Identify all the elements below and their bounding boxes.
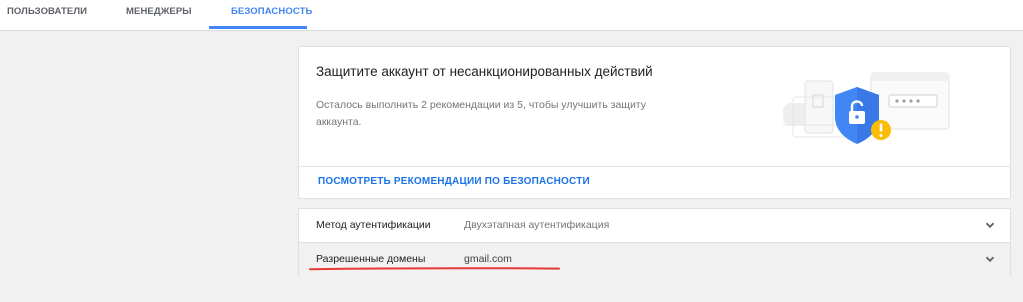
card-description: Осталось выполнить 2 рекомендации из 5, … xyxy=(316,99,646,128)
chevron-down-icon[interactable] xyxy=(984,253,996,265)
card-divider xyxy=(299,166,1010,167)
view-security-recommendations-link[interactable]: ПОСМОТРЕТЬ РЕКОМЕНДАЦИИ ПО БЕЗОПАСНОСТИ xyxy=(318,176,590,187)
allowed-domains-label: Разрешенные домены xyxy=(316,253,426,265)
chevron-down-icon[interactable] xyxy=(984,219,996,231)
tab-managers[interactable]: МЕНЕДЖЕРЫ xyxy=(126,0,192,30)
auth-method-label: Метод аутентификации xyxy=(316,219,431,231)
active-tab-indicator xyxy=(209,26,307,29)
security-recommendations-card: Защитите аккаунт от несанкционированных … xyxy=(298,46,1011,199)
auth-method-value: Двухэтапная аутентификация xyxy=(464,219,610,231)
shield-lock-warning-icon xyxy=(783,72,950,144)
allowed-domains-row[interactable]: Разрешенные домены gmail.com xyxy=(299,243,1010,276)
allowed-domains-value: gmail.com xyxy=(464,253,512,265)
card-title: Защитите аккаунт от несанкционированных … xyxy=(316,64,653,79)
red-annotation-underline xyxy=(309,267,560,271)
tab-users[interactable]: ПОЛЬЗОВАТЕЛИ xyxy=(7,0,87,30)
auth-method-row[interactable]: Метод аутентификации Двухэтапная аутенти… xyxy=(299,209,1010,242)
tab-bar: ПОЛЬЗОВАТЕЛИ МЕНЕДЖЕРЫ БЕЗОПАСНОСТЬ xyxy=(0,0,1023,31)
